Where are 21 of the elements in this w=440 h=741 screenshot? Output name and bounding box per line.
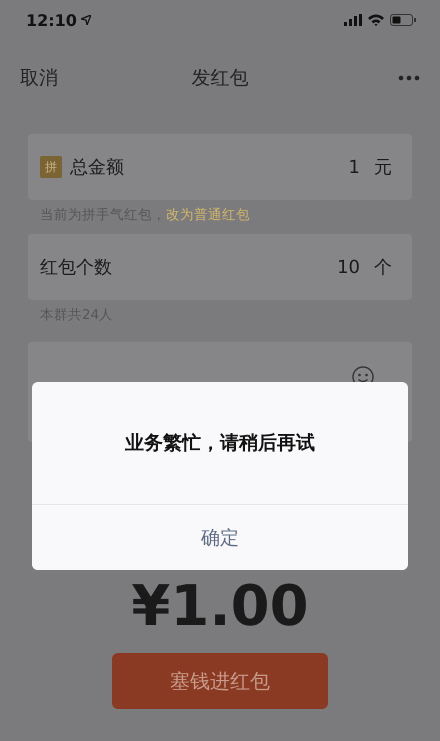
unit-label: 个 [374,256,392,279]
signal-icon [344,14,362,26]
field-value: 10 [337,256,360,278]
field-label: 红包个数 [40,256,113,279]
more-icon[interactable] [398,75,420,81]
total-amount: ¥1.00 [131,574,309,639]
unit-label: 元 [374,156,392,179]
submit-button[interactable]: 塞钱进红包 [112,653,328,709]
input-field[interactable]: 拼 总金额 1 元 [28,134,412,200]
field-value: 1 [348,156,360,178]
wifi-icon [368,14,384,26]
field-label: 总金额 [70,156,125,179]
cancel-button[interactable]: 取消 [20,65,58,91]
dialog-message: 业务繁忙，请稍后再试 [125,431,315,456]
input-field[interactable]: 红包个数 10 个 [28,234,412,300]
page-title: 发红包 [192,67,248,89]
status-time: 12:10 [26,10,77,30]
pin-badge: 拼 [40,156,62,178]
location-icon [80,15,91,25]
confirm-button[interactable]: 确定 [32,504,408,570]
battery-icon [390,14,416,26]
